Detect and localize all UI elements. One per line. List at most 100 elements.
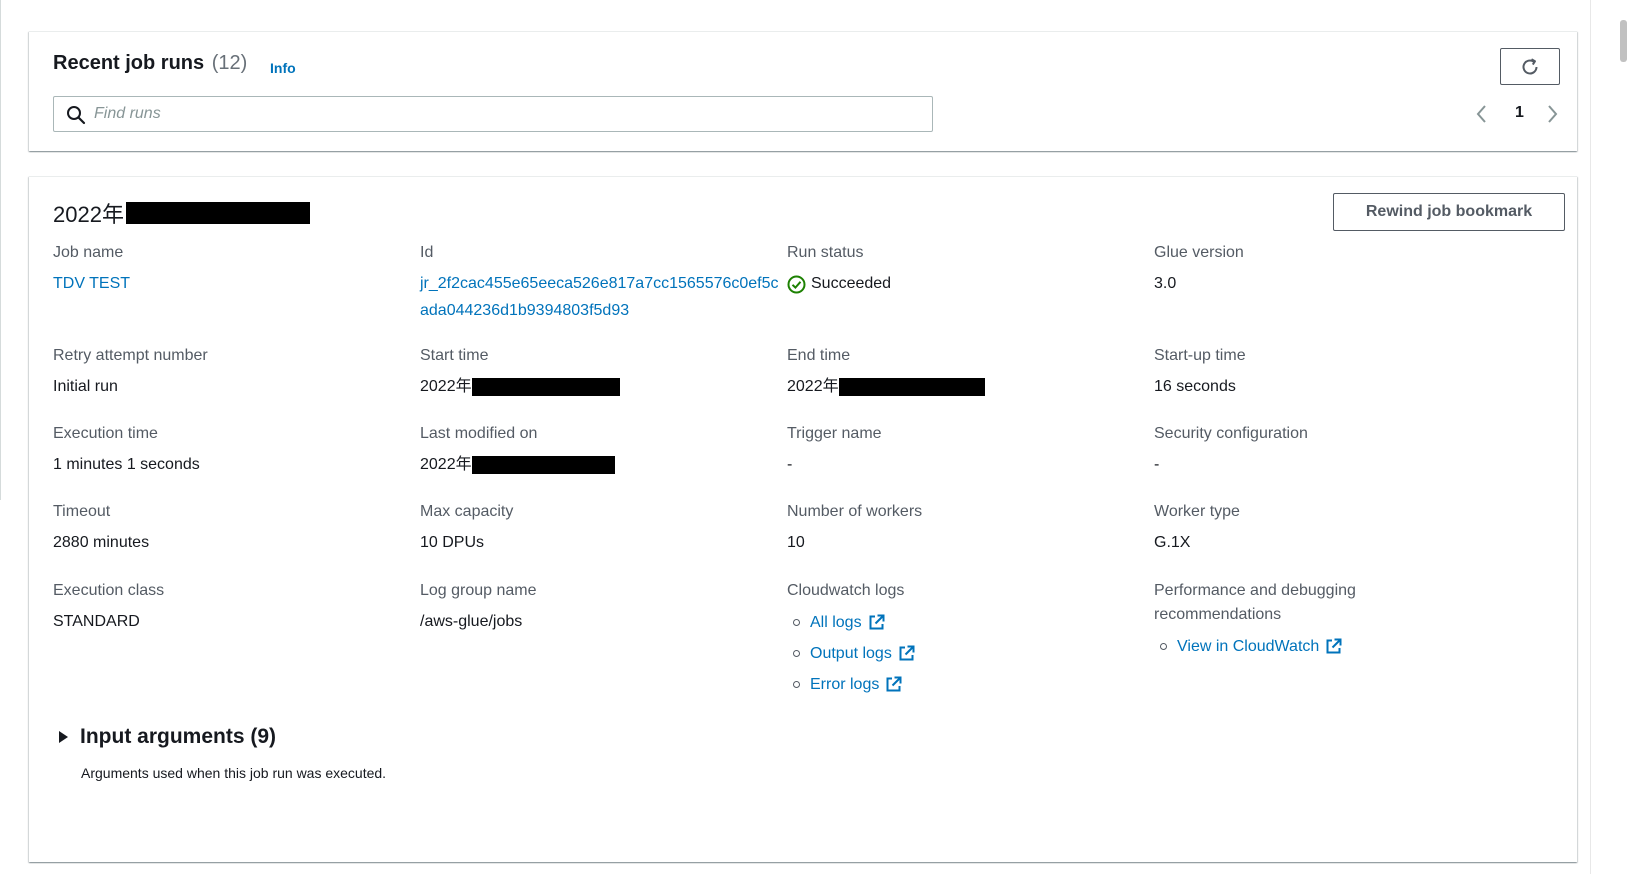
field-value: 2022年 — [420, 452, 780, 478]
list-bullet — [793, 619, 800, 626]
field-value: 2880 minutes — [53, 534, 150, 551]
external-link-icon — [886, 676, 902, 692]
info-link[interactable]: Info — [270, 60, 296, 76]
view-in-cloudwatch-link[interactable]: View in CloudWatch — [1154, 631, 1414, 662]
field-value: 3.0 — [1154, 275, 1177, 292]
recent-runs-heading: Recent job runs (12) — [53, 52, 247, 75]
performance-link-list: View in CloudWatch — [1154, 631, 1414, 662]
recent-runs-panel: Recent job runs (12) Info 1 — [29, 31, 1577, 151]
field-security-config: Security configuration - — [1154, 422, 1514, 478]
cloudwatch-log-list: All logs Output logs Error logs — [787, 607, 1147, 700]
input-arguments-expander[interactable]: Input arguments (9) — [59, 725, 276, 749]
link-text: Error logs — [810, 676, 880, 693]
caret-right-icon — [59, 731, 68, 743]
scrollbar-thumb[interactable] — [1620, 20, 1627, 62]
refresh-icon — [1522, 57, 1538, 74]
pagination: 1 — [1475, 102, 1565, 126]
field-label: Worker type — [1154, 503, 1240, 520]
field-label: Retry attempt number — [53, 347, 208, 364]
output-logs-link[interactable]: Output logs — [787, 638, 1147, 669]
chevron-right-icon[interactable] — [1545, 104, 1559, 124]
field-run-status: Run status Succeeded — [787, 241, 1147, 297]
field-label: Start time — [420, 347, 489, 364]
field-value: /aws-glue/jobs — [420, 613, 523, 630]
field-cloudwatch-logs: Cloudwatch logs All logs Output logs Err… — [787, 579, 1147, 700]
field-worker-type: Worker type G.1X — [1154, 500, 1514, 556]
field-label: Job name — [53, 244, 124, 261]
field-timeout: Timeout 2880 minutes — [53, 500, 413, 556]
scrollbar-divider — [1590, 0, 1591, 874]
status-badge: Succeeded — [787, 271, 1147, 297]
run-id-link[interactable]: jr_2f2cac455e65eeca526e817a7cc1565576c0e… — [420, 270, 780, 324]
field-log-group: Log group name /aws-glue/jobs — [420, 579, 780, 635]
end-time-text: 2022年 — [787, 378, 839, 395]
recent-runs-count: (12) — [211, 52, 248, 74]
rewind-job-bookmark-button[interactable]: Rewind job bookmark — [1333, 193, 1565, 231]
left-edge-divider — [0, 0, 1, 500]
check-circle-icon — [787, 275, 806, 293]
field-label: Execution time — [53, 425, 158, 442]
page: Recent job runs (12) Info 1 — [0, 0, 1629, 874]
search-input[interactable] — [94, 97, 914, 131]
search-box — [53, 96, 933, 132]
field-label: Last modified on — [420, 425, 538, 442]
redacted-block — [471, 378, 620, 396]
field-value: STANDARD — [53, 613, 140, 630]
external-link-icon — [869, 614, 885, 630]
field-label: Id — [420, 244, 434, 261]
field-label: Run status — [787, 244, 864, 261]
job-name-link[interactable]: TDV TEST — [53, 271, 413, 297]
field-last-modified: Last modified on 2022年 — [420, 422, 780, 478]
field-execution-class: Execution class STANDARD — [53, 579, 413, 635]
field-max-capacity: Max capacity 10 DPUs — [420, 500, 780, 556]
field-label: End time — [787, 347, 851, 364]
field-value: 10 DPUs — [420, 534, 485, 551]
field-job-name: Job name TDV TEST — [53, 241, 413, 297]
page-number[interactable]: 1 — [1515, 104, 1524, 122]
field-start-time: Start time 2022年 — [420, 344, 780, 400]
field-label: Execution class — [53, 582, 165, 599]
field-trigger-name: Trigger name - — [787, 422, 1147, 478]
list-bullet — [793, 681, 800, 688]
field-label: Number of workers — [787, 503, 923, 520]
last-modified-text: 2022年 — [420, 456, 472, 473]
field-value: 2022年 — [787, 374, 1147, 400]
field-label: Performance and debugging recommendation… — [1154, 582, 1356, 623]
refresh-button[interactable] — [1500, 48, 1560, 85]
field-execution-time: Execution time 1 minutes 1 seconds — [53, 422, 413, 478]
error-logs-link[interactable]: Error logs — [787, 669, 1147, 700]
status-text: Succeeded — [811, 275, 892, 292]
external-link-icon — [899, 645, 915, 661]
redacted-block — [471, 456, 615, 474]
field-value: 10 — [787, 534, 805, 551]
field-value: 2022年 — [420, 374, 780, 400]
field-label: Timeout — [53, 503, 111, 520]
recent-runs-title: Recent job runs — [53, 52, 205, 74]
external-link-icon — [1326, 638, 1342, 654]
field-label: Start-up time — [1154, 347, 1246, 364]
list-bullet — [1160, 643, 1167, 650]
run-title: 2022年 — [53, 197, 310, 229]
field-label: Glue version — [1154, 244, 1244, 261]
field-label: Cloudwatch logs — [787, 582, 905, 599]
field-value: Initial run — [53, 378, 118, 395]
all-logs-link[interactable]: All logs — [787, 607, 1147, 638]
field-num-workers: Number of workers 10 — [787, 500, 1147, 556]
link-text: View in CloudWatch — [1177, 638, 1320, 655]
run-title-text: 2022年 — [53, 202, 124, 227]
field-label: Log group name — [420, 582, 537, 599]
chevron-left-icon[interactable] — [1475, 104, 1489, 124]
field-value: 16 seconds — [1154, 378, 1236, 395]
field-label: Security configuration — [1154, 425, 1308, 442]
field-startup-time: Start-up time 16 seconds — [1154, 344, 1514, 400]
list-bullet — [793, 650, 800, 657]
start-time-text: 2022年 — [420, 378, 472, 395]
link-text: All logs — [810, 614, 862, 631]
field-label: Trigger name — [787, 425, 882, 442]
scrollbar[interactable] — [1592, 0, 1629, 874]
field-end-time: End time 2022年 — [787, 344, 1147, 400]
input-arguments-description: Arguments used when this job run was exe… — [81, 765, 387, 781]
input-arguments-title: Input arguments (9) — [80, 725, 277, 748]
field-performance: Performance and debugging recommendation… — [1154, 579, 1414, 662]
redacted-block — [125, 202, 310, 224]
